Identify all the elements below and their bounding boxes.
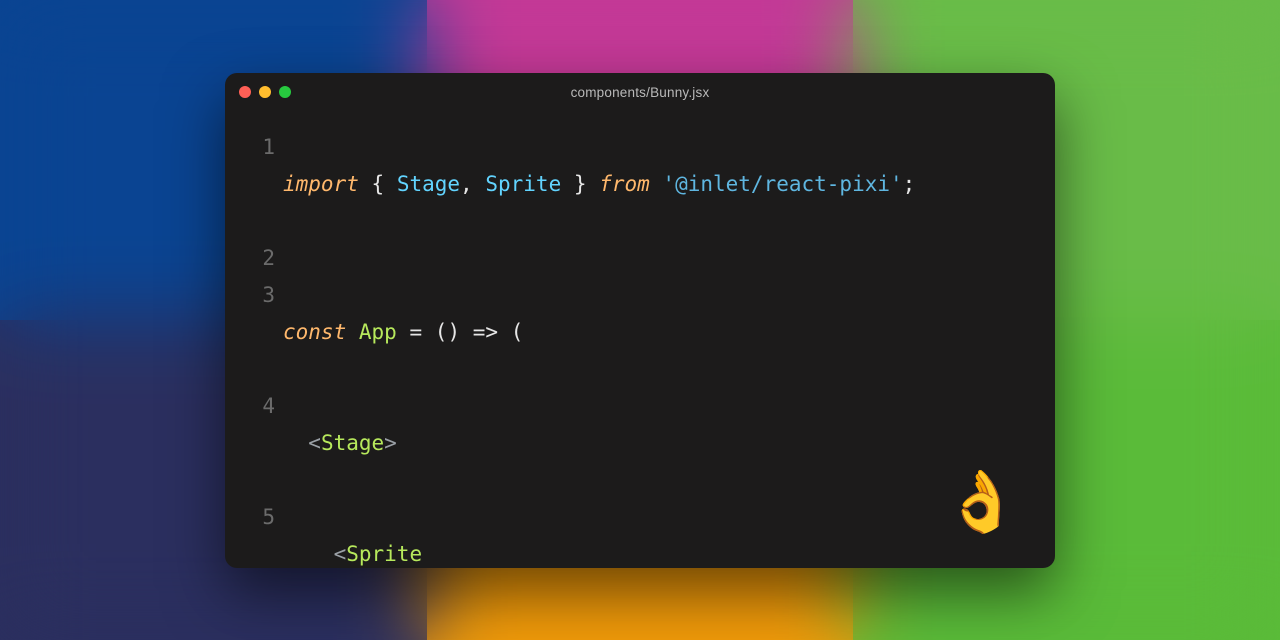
token-keyword: const (283, 320, 346, 344)
code-line: 1 import { Stage, Sprite } from '@inlet/… (247, 129, 1033, 240)
token-brace: { (372, 172, 385, 196)
token-keyword: from (599, 172, 650, 196)
ok-hand-icon: 👌 (944, 472, 1019, 532)
token-tag: Sprite (346, 542, 422, 566)
traffic-lights (239, 86, 291, 98)
line-number: 4 (247, 388, 275, 499)
code-line: 2 (247, 240, 1033, 277)
titlebar: components/Bunny.jsx (225, 73, 1055, 111)
token-identifier: Stage (397, 172, 460, 196)
line-number: 3 (247, 277, 275, 388)
close-icon[interactable] (239, 86, 251, 98)
code-line: 4 <Stage> (247, 388, 1033, 499)
token-string: '@inlet/react-pixi' (662, 172, 902, 196)
minimize-icon[interactable] (259, 86, 271, 98)
code-line: 3 const App = () => ( (247, 277, 1033, 388)
window-title: components/Bunny.jsx (225, 85, 1055, 100)
editor-window: components/Bunny.jsx 1 import { Stage, S… (225, 73, 1055, 568)
token-brace: } (574, 172, 587, 196)
code-line: 5 <Sprite (247, 499, 1033, 568)
token-tag: Stage (321, 431, 384, 455)
line-number: 2 (247, 240, 275, 277)
zoom-icon[interactable] (279, 86, 291, 98)
token-identifier: Sprite (485, 172, 561, 196)
line-number: 1 (247, 129, 275, 240)
token-function: App (359, 320, 397, 344)
token-keyword: import (283, 172, 359, 196)
code-editor[interactable]: 1 import { Stage, Sprite } from '@inlet/… (225, 111, 1055, 568)
line-number: 5 (247, 499, 275, 568)
